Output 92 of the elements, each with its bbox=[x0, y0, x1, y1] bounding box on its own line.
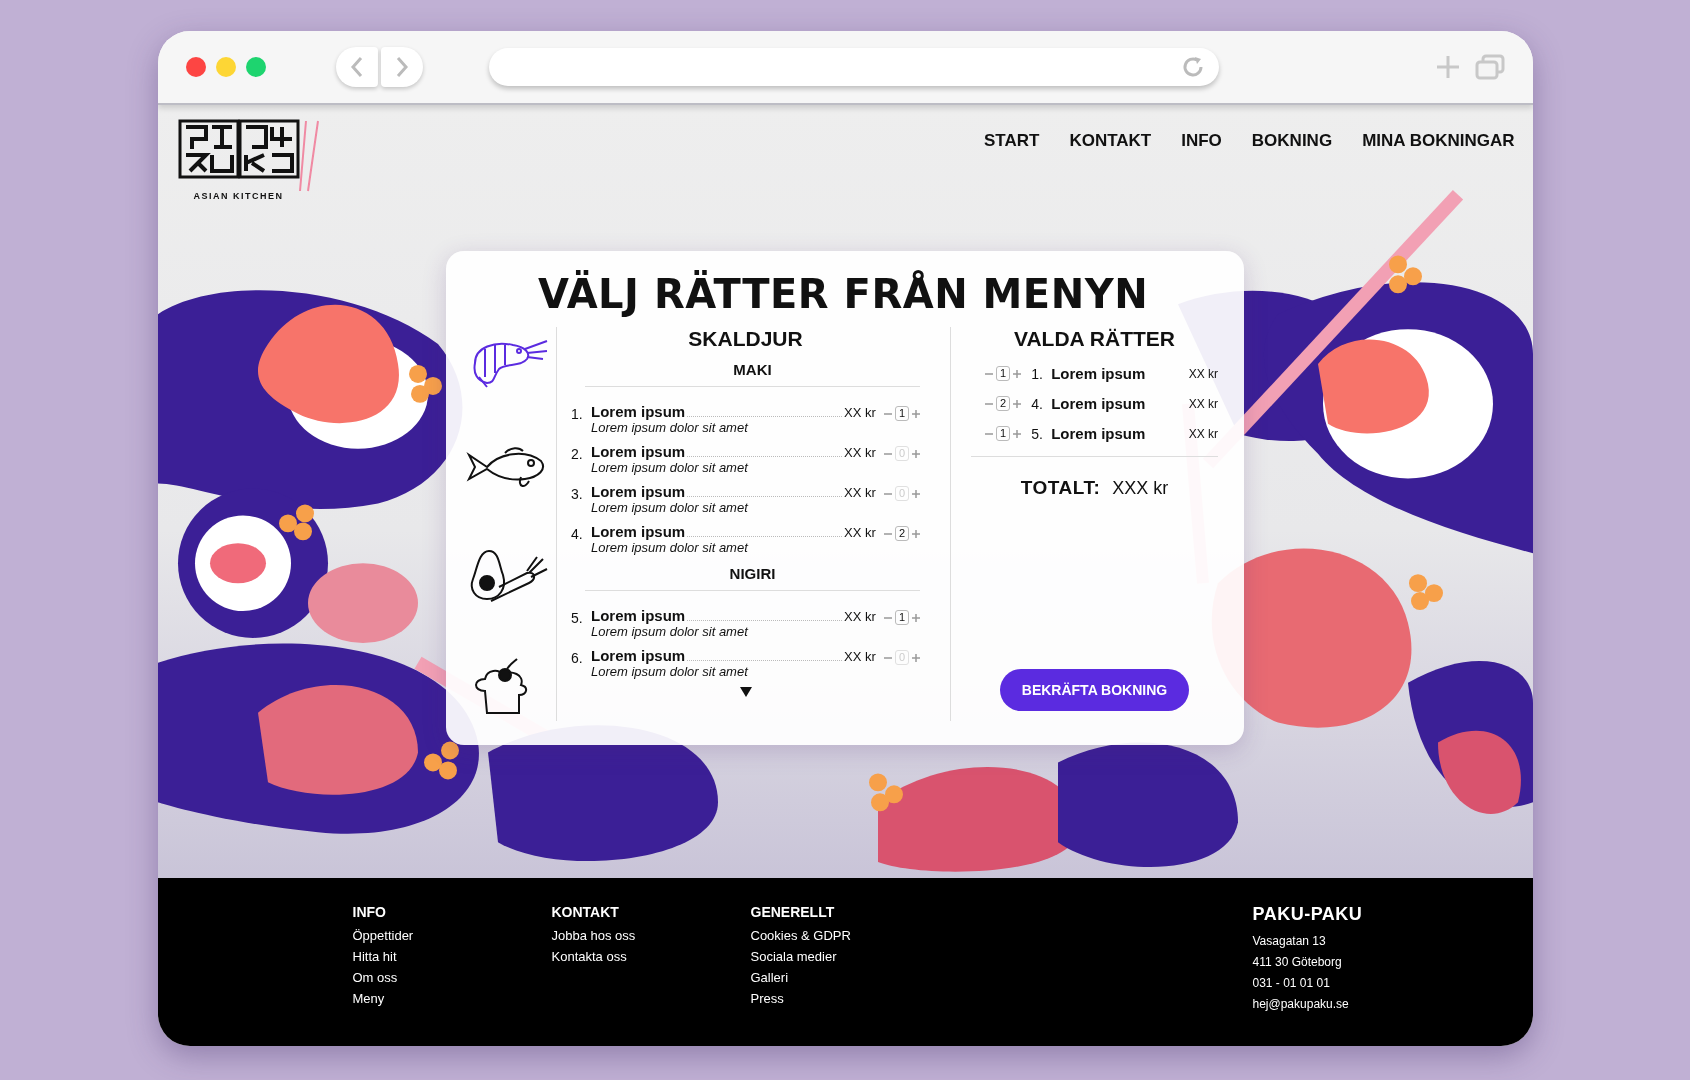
dish-name: Lorem ipsum bbox=[591, 483, 686, 500]
dish-name: Lorem ipsum bbox=[1051, 365, 1147, 382]
footer-heading: GENERELLT bbox=[750, 904, 836, 920]
item-number: 1. bbox=[571, 405, 584, 422]
dish-name: Lorem ipsum bbox=[591, 443, 686, 460]
dish-name: Lorem ipsum bbox=[1051, 395, 1147, 412]
contact-line: 031 - 01 01 01 bbox=[1252, 976, 1331, 990]
plus-icon[interactable] bbox=[1013, 369, 1022, 378]
chevron-right-icon bbox=[394, 56, 409, 78]
total-label: TOTALT: bbox=[1020, 477, 1101, 499]
item-number: 4. bbox=[571, 525, 584, 542]
maximize-icon[interactable] bbox=[245, 57, 266, 77]
dish-description: Lorem ipsum dolor sit amet bbox=[591, 460, 750, 475]
dish-price: XX kr bbox=[844, 445, 876, 460]
dish-name: Lorem ipsum bbox=[1051, 425, 1147, 442]
footer-link[interactable]: Cookies & GDPR bbox=[750, 928, 950, 943]
dish-price: XX kr bbox=[844, 525, 876, 540]
footer-link[interactable]: Hitta hit bbox=[352, 949, 552, 964]
section-heading: MAKI bbox=[585, 361, 920, 387]
reload-icon[interactable] bbox=[1180, 55, 1205, 79]
dish-name: Lorem ipsum bbox=[591, 647, 686, 664]
logo-tagline: ASIAN KITCHEN bbox=[193, 191, 284, 201]
nav-link[interactable]: START bbox=[984, 131, 1040, 151]
order-title: VALDA RÄTTER bbox=[1014, 327, 1175, 351]
plus-icon[interactable] bbox=[1434, 54, 1461, 80]
footer-link[interactable]: Meny bbox=[352, 991, 552, 1006]
contact-line: hej@pakupaku.se bbox=[1252, 997, 1350, 1011]
contact-line: 411 30 Göteborg bbox=[1252, 955, 1343, 969]
dish-description: Lorem ipsum dolor sit amet bbox=[591, 500, 750, 515]
footer-link[interactable]: Öppettider bbox=[352, 928, 552, 943]
quantity-field[interactable]: 1 bbox=[996, 366, 1011, 381]
footer-link[interactable]: Press bbox=[750, 991, 950, 1006]
contact-line: Vasagatan 13 bbox=[1252, 934, 1327, 948]
dish-price: XX kr bbox=[1188, 396, 1218, 411]
footer-heading: INFO bbox=[352, 904, 387, 920]
dish-price: XX kr bbox=[844, 609, 876, 624]
chevron-left-icon bbox=[349, 56, 364, 78]
plus-icon[interactable] bbox=[1013, 399, 1022, 408]
plus-icon[interactable] bbox=[912, 653, 920, 662]
quantity-field[interactable]: 2 bbox=[894, 526, 909, 541]
item-number: 3. bbox=[571, 485, 584, 502]
footer-link[interactable]: Galleri bbox=[750, 970, 950, 985]
quantity-field[interactable]: 2 bbox=[996, 396, 1011, 411]
dish-price: XX kr bbox=[1188, 426, 1218, 441]
plus-icon[interactable] bbox=[912, 449, 920, 458]
dish-name: Lorem ipsum bbox=[591, 523, 686, 540]
item-number: 5. bbox=[1031, 425, 1044, 442]
close-icon[interactable] bbox=[185, 57, 206, 77]
nav-link[interactable]: MINA BOKNINGAR bbox=[1362, 131, 1515, 151]
plus-icon[interactable] bbox=[912, 409, 920, 418]
quantity-field[interactable]: 1 bbox=[996, 426, 1011, 441]
quantity-field[interactable]: 1 bbox=[894, 610, 909, 625]
total-value: XXX kr bbox=[1112, 478, 1169, 499]
address-bar[interactable] bbox=[488, 48, 1219, 86]
dish-name: Lorem ipsum bbox=[591, 403, 686, 420]
quantity-field[interactable]: 1 bbox=[894, 406, 909, 421]
plus-icon[interactable] bbox=[912, 489, 920, 498]
footer-heading: KONTAKT bbox=[551, 904, 620, 920]
plus-icon[interactable] bbox=[1013, 429, 1022, 438]
dish-description: Lorem ipsum dolor sit amet bbox=[591, 420, 750, 435]
item-number: 5. bbox=[571, 609, 584, 626]
dish-price: XX kr bbox=[844, 649, 876, 664]
dish-price: XX kr bbox=[844, 485, 876, 500]
nav-link[interactable]: BOKNING bbox=[1251, 131, 1333, 151]
item-number: 1. bbox=[1031, 365, 1044, 382]
nav-link[interactable]: KONTAKT bbox=[1069, 131, 1152, 151]
nav-link[interactable]: INFO bbox=[1181, 131, 1222, 151]
item-number: 6. bbox=[571, 649, 584, 666]
footer-brand: PAKU-PAKU bbox=[1252, 904, 1364, 925]
plus-icon[interactable] bbox=[912, 613, 920, 622]
footer-link[interactable]: Kontakta oss bbox=[551, 949, 751, 964]
category-title: SKALDJUR bbox=[688, 327, 803, 351]
footer-link[interactable]: Sociala medier bbox=[750, 949, 950, 964]
section-heading: NIGIRI bbox=[585, 565, 920, 591]
tabs-icon[interactable] bbox=[1474, 54, 1505, 80]
scroll-down-icon[interactable] bbox=[739, 687, 752, 697]
dish-description: Lorem ipsum dolor sit amet bbox=[591, 664, 750, 679]
footer-link[interactable]: Jobba hos oss bbox=[551, 928, 751, 943]
plus-icon[interactable] bbox=[912, 529, 920, 538]
dish-price: XX kr bbox=[844, 405, 876, 420]
page-title: VÄLJ RÄTTER FRÅN MENYN bbox=[536, 271, 1150, 317]
back-button[interactable] bbox=[335, 47, 378, 87]
minimize-icon[interactable] bbox=[215, 57, 236, 77]
item-number: 4. bbox=[1031, 395, 1044, 412]
dish-description: Lorem ipsum dolor sit amet bbox=[591, 540, 750, 555]
confirm-booking-button[interactable]: BEKRÄFTA BOKNING bbox=[999, 669, 1190, 711]
dish-name: Lorem ipsum bbox=[591, 607, 686, 624]
dish-description: Lorem ipsum dolor sit amet bbox=[591, 624, 750, 639]
footer-link[interactable]: Om oss bbox=[352, 970, 552, 985]
dish-price: XX kr bbox=[1188, 366, 1218, 381]
forward-button[interactable] bbox=[380, 47, 423, 87]
item-number: 2. bbox=[571, 445, 584, 462]
